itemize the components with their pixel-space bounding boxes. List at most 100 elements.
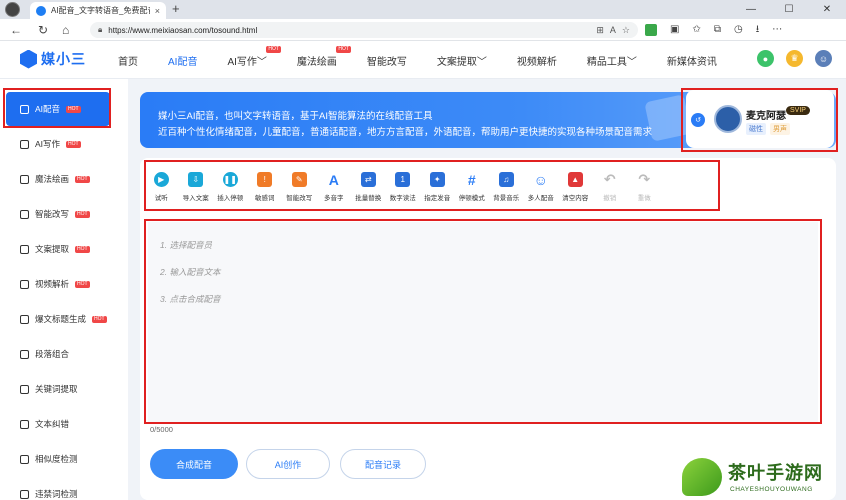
painting-icon [20,174,29,184]
browser-tab[interactable]: AI配音_文字转语音_免费配音在线 × [30,2,166,19]
ai-create-button[interactable]: AI创作 [246,449,330,479]
video-icon [20,279,29,289]
window-controls: — ☐ ✕ [732,0,846,19]
tool-pause-mode[interactable]: # 停顿模式 [457,163,488,209]
sidebar-item-label: 爆文标题生成 [35,314,87,324]
minimize-button[interactable]: — [732,0,770,19]
nav-label: AI写作 [227,56,257,68]
edit-icon [20,209,29,219]
sidebar-item-text-correction[interactable]: 文本纠错 [6,407,110,441]
sidebar-item-keyword-extract[interactable]: 关键词提取 [6,372,110,406]
tool-label: 试听 [154,195,168,202]
toolbar-icons: ▣ ✩ ⧉ ◷ ⭳ ⋯ [645,22,782,38]
nav-item-home[interactable]: 首页 [118,41,138,79]
nav-item-ai-voice[interactable]: AI配音 [168,41,197,79]
more-icon[interactable]: ⋯ [772,22,782,38]
sidebar-item-similarity[interactable]: 相似度检测 [6,442,110,476]
extension-icon[interactable] [645,24,657,36]
number-icon: 1 [395,172,411,187]
profile-avatar[interactable] [5,2,20,17]
tool-insert-pause[interactable]: ❚❚ 插入停顿 [215,163,246,209]
tool-preview[interactable]: ▶ 试听 [146,163,177,209]
extract-icon [20,244,29,254]
sidebar-item-text-extract[interactable]: 文案提取 HOT [6,232,110,266]
home-icon[interactable]: ⌂ [62,22,69,38]
voice-actor-card[interactable]: ↺ 麦克阿瑟 SVIP 磁性 男声 [686,90,834,148]
close-window-button[interactable]: ✕ [808,0,846,19]
site-logo[interactable]: 媒小三 [20,49,86,69]
tool-label: 插入停顿 [217,195,244,202]
tool-smart-rewrite[interactable]: ✎ 智能改写 [284,163,315,209]
sidebar-item-ai-voice[interactable]: AI配音 HOT [6,92,110,126]
lock-icon: 🔒︎ [98,25,103,34]
voice-records-button[interactable]: 配音记录 [340,449,426,479]
hot-badge: HOT [66,140,81,148]
tool-pronunciation[interactable]: ✦ 指定发音 [422,163,453,209]
play-icon: ▶ [153,172,169,187]
sidebar-item-label: 文案提取 [35,244,70,254]
sidebar-item-label: AI写作 [35,139,61,149]
tool-sensitive-words[interactable]: ! 敏感词 [250,163,281,209]
maximize-button[interactable]: ☐ [770,0,808,19]
tool-multi-voice[interactable]: ☺ 多人配音 [526,163,557,209]
nav-item-news[interactable]: 新媒体资讯 [667,41,717,79]
watermark-title: 茶叶手游网 [728,463,823,483]
nav-item-magic-painting[interactable]: 魔法绘画 HOT [297,41,351,79]
editor-hint: 1. 选择配音员 [160,240,212,250]
sidebar-item-smart-rewrite[interactable]: 智能改写 HOT [6,197,110,231]
editor-hint: 3. 点击合成配音 [160,294,221,304]
reload-icon[interactable]: ↻ [38,22,48,38]
tool-background-music[interactable]: ♫ 背景音乐 [491,163,522,209]
nav-item-ai-writing[interactable]: AI写作 ﹀ HOT [227,41,281,79]
voice-tag: 磁性 [746,123,766,135]
tool-import[interactable]: ⇩ 导入文案 [181,163,212,209]
site-favicon-icon [36,5,46,16]
tool-number-reading[interactable]: 1 数字读法 [388,163,419,209]
apps-icon[interactable]: ⊞ [596,25,604,36]
collections-icon[interactable]: ⧉ [714,22,721,38]
nav-item-video-parse[interactable]: 视频解析 [517,41,557,79]
favorite-star-icon[interactable]: ☆ [622,25,630,36]
nav-item-text-extract[interactable]: 文案提取 ﹀ [437,41,487,79]
chevron-down-icon: ﹀ [626,56,637,68]
hot-badge: HOT [266,46,281,53]
back-icon[interactable]: ← [10,22,22,38]
nav-label: 视频解析 [516,56,557,68]
tool-clear[interactable]: ▲ 清空内容 [560,163,591,209]
sidebar-item-video-parse[interactable]: 视频解析 HOT [6,267,110,301]
sidebar-item-ai-writing[interactable]: AI写作 HOT [6,127,110,161]
voice-actor-avatar [714,105,742,133]
nav-label: 文案提取 [436,56,477,68]
nav-item-tools[interactable]: 精品工具 ﹀ [587,41,637,79]
tool-label: 指定发音 [424,195,451,202]
sidebar-item-magic-painting[interactable]: 魔法绘画 HOT [6,162,110,196]
read-aloud-icon[interactable]: A [610,25,616,35]
favorites-icon[interactable]: ✩ [692,22,700,38]
replace-icon: ⇄ [360,172,376,187]
new-tab-button[interactable]: + [172,1,180,16]
synthesize-button[interactable]: 合成配音 [150,449,238,479]
switch-voice-icon[interactable]: ↺ [691,113,705,127]
tool-redo[interactable]: ↷ 重做 [629,163,660,209]
history-icon[interactable]: ◷ [734,22,743,38]
voice-tag: 男声 [770,123,790,135]
sidebar-item-banned-words[interactable]: 违禁词检测 [6,477,110,500]
tool-batch-replace[interactable]: ⇄ 批量替换 [353,163,384,209]
download-icon[interactable]: ⭳ [756,22,760,38]
split-screen-icon[interactable]: ▣ [670,22,679,38]
tab-close-icon[interactable]: × [155,6,160,16]
correction-icon [20,419,29,429]
tool-polyphone[interactable]: A 多音字 [319,163,350,209]
sidebar-item-title-generator[interactable]: 爆文标题生成 HOT [6,302,110,336]
notification-bell-icon[interactable]: ● [757,50,774,67]
sidebar-item-label: 相似度检测 [35,454,78,464]
sidebar-item-paragraph-combine[interactable]: 段落组合 [6,337,110,371]
text-editor[interactable]: 1. 选择配音员 2. 输入配音文本 3. 点击合成配音 [148,222,818,422]
user-avatar[interactable]: ☺ [815,50,832,67]
writing-icon [20,139,29,149]
clear-icon: ▲ [567,172,583,187]
nav-item-smart-rewrite[interactable]: 智能改写 [367,41,407,79]
url-field[interactable]: 🔒︎ https://www.meixiaosan.com/tosound.ht… [90,22,638,38]
vip-crown-icon[interactable]: ♛ [786,50,803,67]
tool-undo[interactable]: ↶ 撤销 [595,163,626,209]
